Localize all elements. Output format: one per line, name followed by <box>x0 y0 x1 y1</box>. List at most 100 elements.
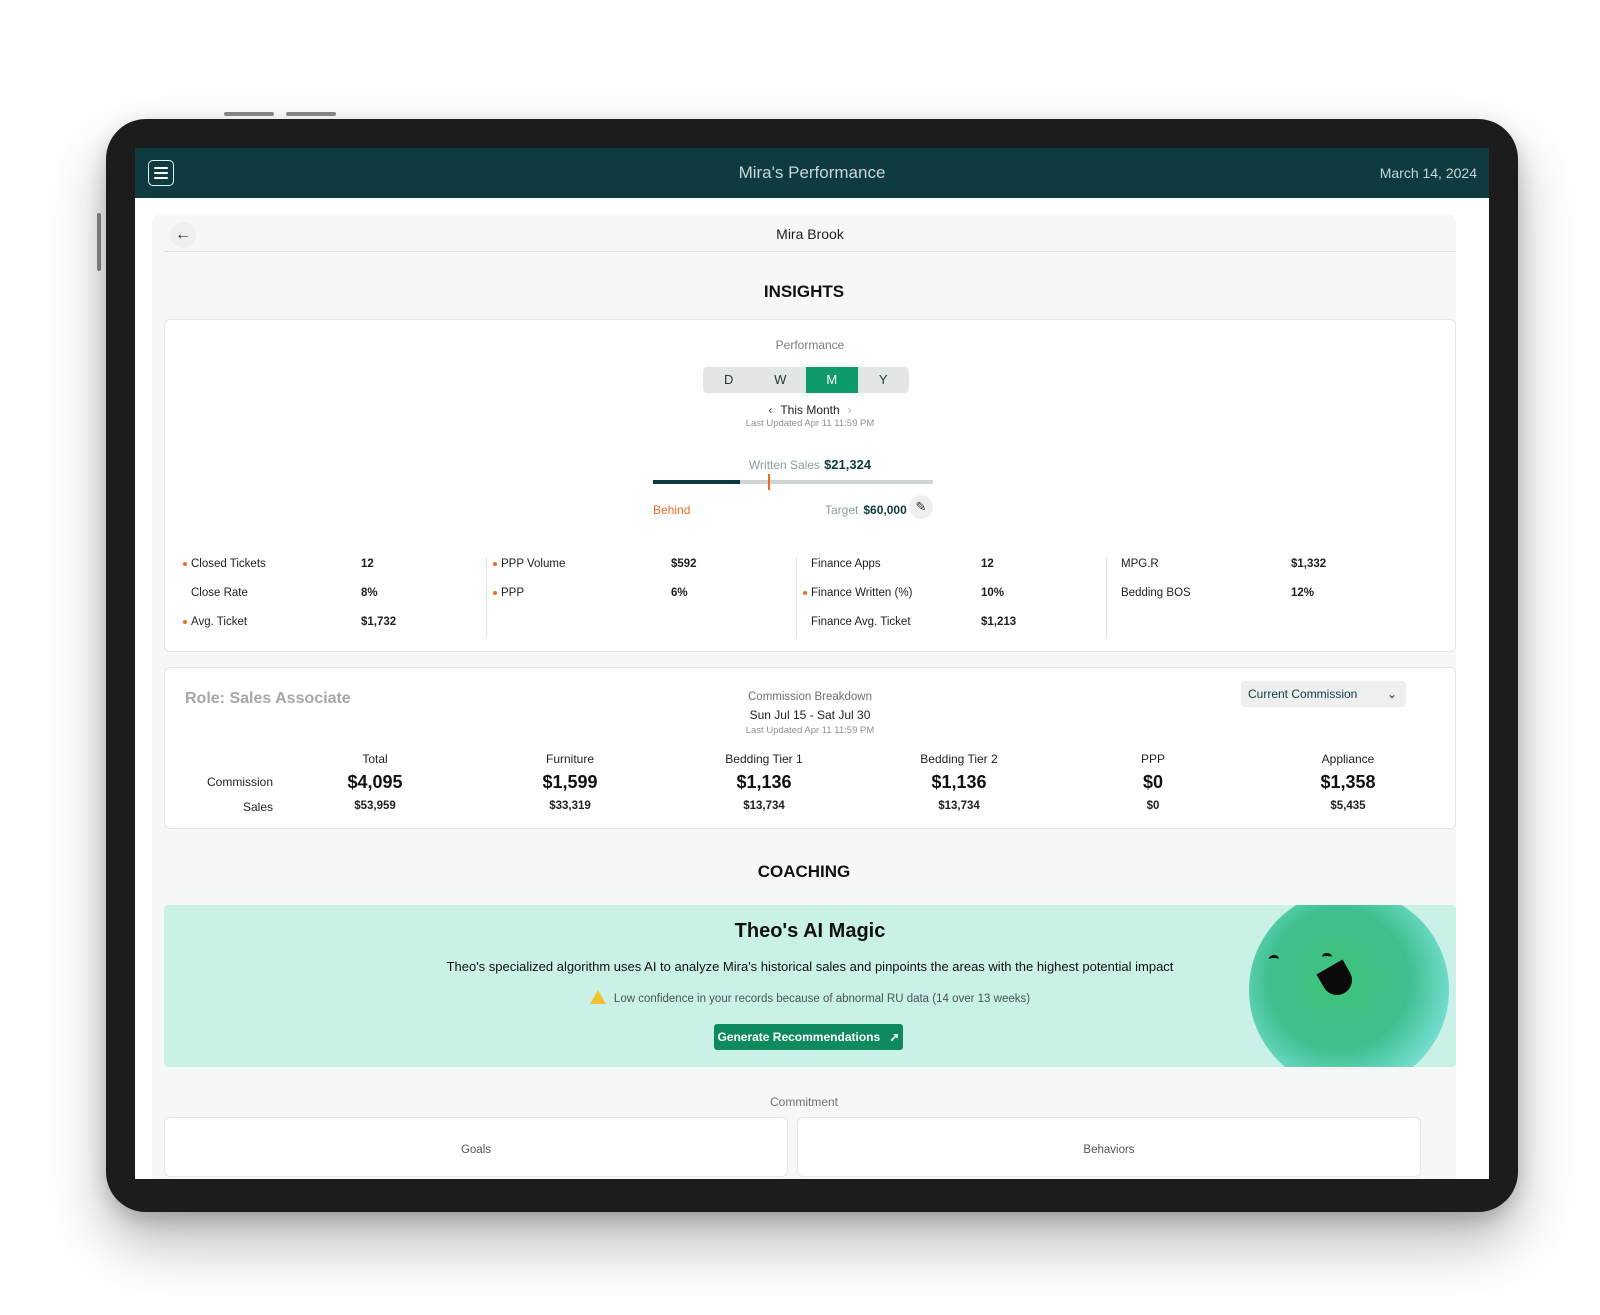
metric-value: 10% <box>981 587 1005 599</box>
commission-column: Bedding Tier 1 $1,136 $13,734 <box>694 752 834 812</box>
commission-sales: $0 <box>1146 800 1160 812</box>
commission-dropdown[interactable]: Current Commission ⌄ <box>1241 681 1406 707</box>
commitment-label: Commitment <box>769 1095 838 1109</box>
period-tab-m[interactable]: M <box>806 367 858 393</box>
pencil-icon[interactable]: ✎ <box>909 495 933 519</box>
metric-label: Avg. Ticket <box>191 616 248 628</box>
metric-row: PPP Volume $592 <box>491 558 796 587</box>
ai-title: Theo's AI Magic <box>734 920 886 942</box>
metric-label: Bedding BOS <box>1121 587 1191 599</box>
commission-commission: $1,136 <box>931 772 987 792</box>
target-value: $60,000 <box>863 503 907 517</box>
commission-commission: $1,136 <box>736 772 792 792</box>
commission-header: Furniture <box>545 752 595 766</box>
commission-range: Sun Jul 15 - Sat Jul 30 <box>749 708 871 722</box>
insights-title: INSIGHTS <box>763 282 845 301</box>
commission-header: Appliance <box>1321 752 1375 766</box>
goals-card[interactable]: Goals <box>164 1117 788 1177</box>
chevron-right-icon[interactable]: › <box>848 403 852 417</box>
commission-card: Role: Sales Associate Commission Breakdo… <box>164 667 1456 829</box>
metric-row: Finance Apps 12 <box>801 558 1106 587</box>
warning-icon <box>589 990 606 1004</box>
behaviors-label: Behaviors <box>1083 1144 1135 1156</box>
dropdown-value: Current Commission <box>1248 687 1358 701</box>
commission-sales: $13,734 <box>743 800 785 812</box>
chevron-down-icon: ⌄ <box>1386 687 1397 701</box>
commission-header: PPP <box>1140 752 1165 766</box>
metric-label: Close Rate <box>191 587 248 599</box>
commission-table: Commission Sales Total $4,095 $53,959 Furni… <box>165 752 1457 822</box>
metrics-column: MPG.R $1,332 Bedding BOS 12% <box>1107 558 1417 638</box>
metric-row: Close Rate 8% <box>181 587 486 616</box>
commission-sales: $53,959 <box>354 800 396 812</box>
sales-progress-bar <box>653 474 933 490</box>
commission-last-updated: Last Updated Apr 11 11:59 PM <box>745 725 875 736</box>
metrics-column: Closed Tickets 12 Close Rate 8% Avg. Ticket $… <box>177 558 487 638</box>
page-title: Mira's Performance <box>738 163 886 182</box>
row-labels: Commission Sales <box>195 772 273 822</box>
metric-label: PPP Volume <box>501 558 566 570</box>
metric-label: PPP <box>501 587 525 599</box>
metric-label: Finance Apps <box>811 558 881 570</box>
commission-commission: $1,358 <box>1320 772 1376 792</box>
commission-column: Furniture $1,599 $33,319 <box>500 752 640 812</box>
period-selector: DWMY <box>703 367 909 393</box>
written-sales-label: Written Sales <box>748 458 821 472</box>
volume-button-hw <box>224 112 274 116</box>
commission-commission: $1,599 <box>542 772 598 792</box>
generate-recommendations-button[interactable]: Generate Recommendations ➚ <box>714 1024 903 1050</box>
written-sales: Written Sales $21,324 <box>165 457 1455 472</box>
written-sales-value: $21,324 <box>824 457 872 472</box>
ai-description: Theo's specialized algorithm uses AI to … <box>446 959 1174 974</box>
metrics-column: PPP Volume $592 PPP 6% <box>487 558 797 638</box>
coaching-title: COACHING <box>757 862 851 881</box>
period-navigator: ‹ This Month › <box>165 403 1455 417</box>
side-button-hw <box>97 213 101 271</box>
goals-label: Goals <box>460 1144 492 1156</box>
commission-sales: $13,734 <box>938 800 980 812</box>
person-name: Mira Brook <box>776 226 844 242</box>
metrics-grid: Closed Tickets 12 Close Rate 8% Avg. Ticket $… <box>177 558 1417 638</box>
metric-label: Closed Tickets <box>191 558 266 570</box>
commission-sales: $5,435 <box>1330 800 1366 812</box>
alert-dot-icon <box>493 591 497 595</box>
ai-warning: Low confidence in your records because o… <box>164 988 1456 1005</box>
commission-header: Bedding Tier 2 <box>920 752 998 766</box>
commission-column: Bedding Tier 2 $1,136 $13,734 <box>889 752 1029 812</box>
period-tab-y[interactable]: Y <box>858 367 910 393</box>
period-tab-w[interactable]: W <box>755 367 807 393</box>
warning-text: Low confidence in your records because o… <box>613 993 1031 1005</box>
metric-row: PPP 6% <box>491 587 796 616</box>
ai-banner: Theo's AI Magic Theo's specialized algor… <box>164 905 1456 1067</box>
commission-column: Appliance $1,358 $5,435 <box>1278 752 1418 812</box>
metric-row: Finance Written (%) 10% <box>801 587 1106 616</box>
behaviors-card[interactable]: Behaviors <box>797 1117 1421 1177</box>
metric-row: Bedding BOS 12% <box>1111 587 1417 616</box>
power-button-hw <box>286 112 336 116</box>
metric-value: 8% <box>361 587 378 599</box>
metric-row: Avg. Ticket $1,732 <box>181 616 486 645</box>
metric-value: 6% <box>671 587 688 599</box>
period-label: This Month <box>780 403 840 417</box>
chevron-left-icon[interactable]: ‹ <box>768 403 772 417</box>
row-label-sales: Sales <box>242 800 273 814</box>
alert-dot-icon <box>493 562 497 566</box>
commission-sales: $33,319 <box>549 800 591 812</box>
metric-value: $1,213 <box>981 616 1017 628</box>
metric-row: Closed Tickets 12 <box>181 558 486 587</box>
pace-marker <box>767 474 770 490</box>
metric-value: $1,332 <box>1291 558 1327 570</box>
metric-value: 12% <box>1291 587 1315 599</box>
period-tab-d[interactable]: D <box>703 367 755 393</box>
app-screen: Mira's Performance March 14, 2024 ← Mira… <box>135 148 1489 1179</box>
alert-dot-icon <box>183 562 187 566</box>
commission-commission: $0 <box>1142 772 1164 792</box>
metric-value: $1,732 <box>361 616 397 628</box>
metric-row: MPG.R $1,332 <box>1111 558 1417 587</box>
row-label-commission: Commission <box>206 775 273 789</box>
person-header: ← Mira Brook <box>164 215 1456 252</box>
metric-row: Finance Avg. Ticket $1,213 <box>801 616 1106 645</box>
metrics-column: Finance Apps 12 Finance Written (%) 10% Fina… <box>797 558 1107 638</box>
main-content: ← Mira Brook INSIGHTS Performance DWMY ‹… <box>152 215 1456 1179</box>
status-label: Behind <box>653 503 691 517</box>
